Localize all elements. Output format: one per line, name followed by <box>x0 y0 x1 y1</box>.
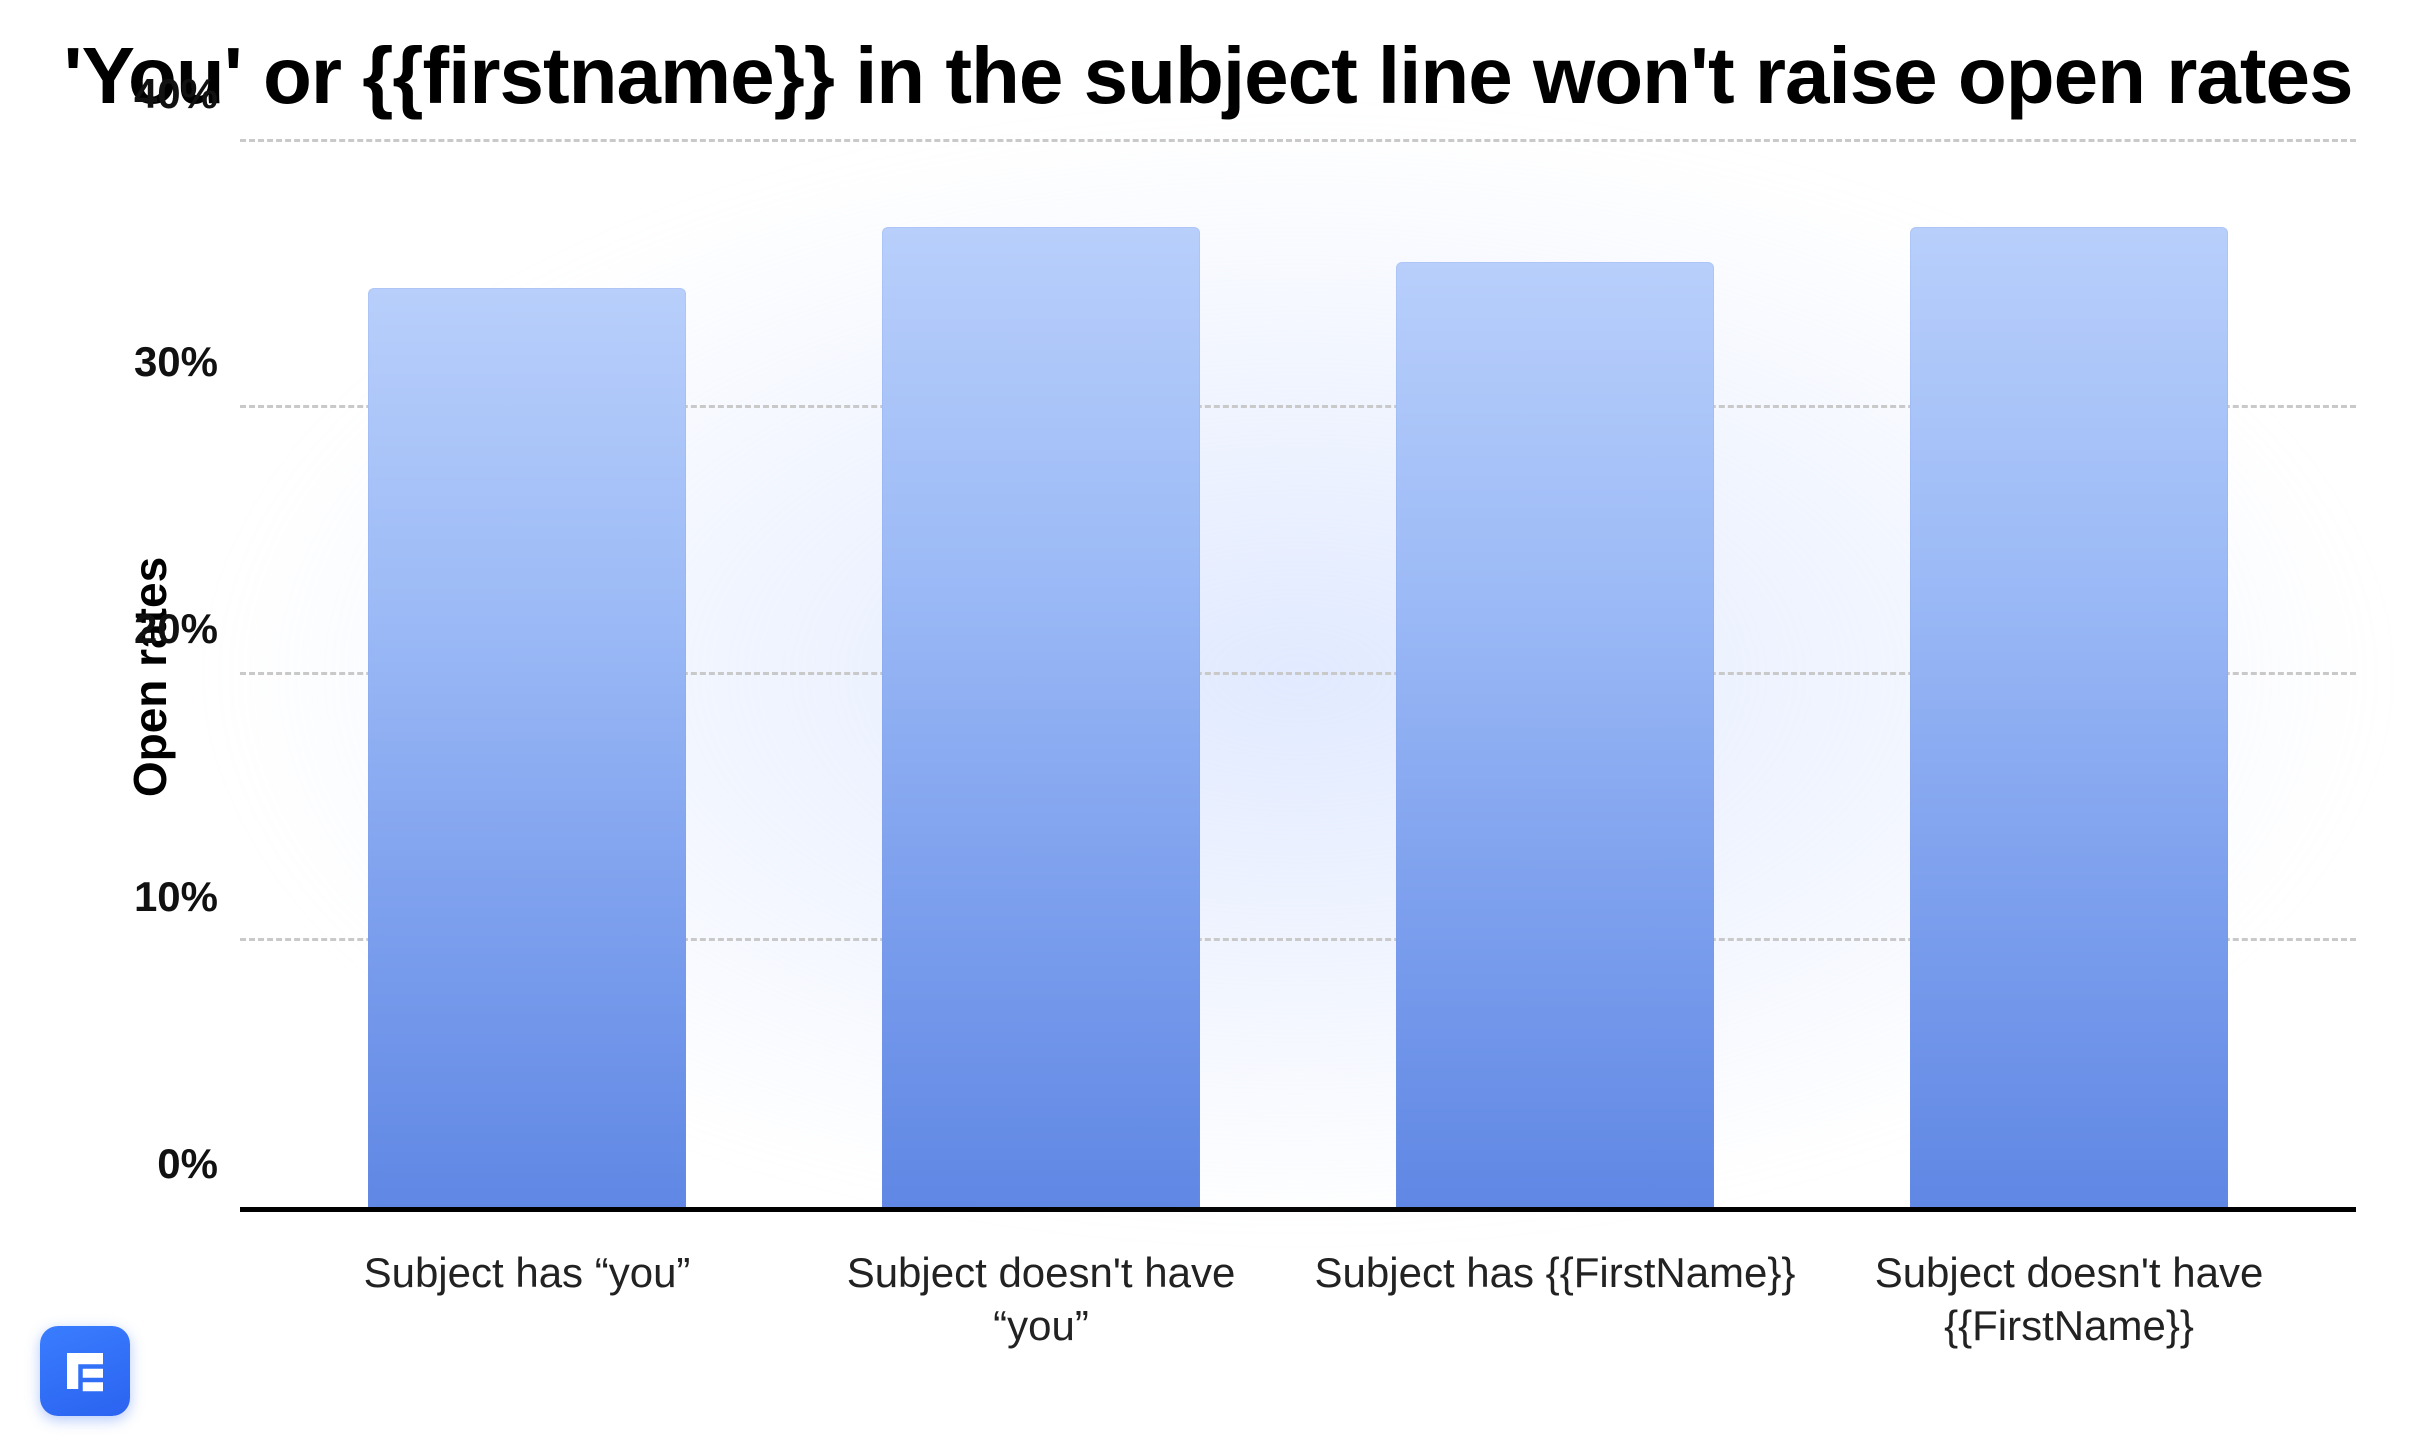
bar <box>1396 262 1715 1207</box>
y-tick-label: 20% <box>134 605 218 653</box>
bar-slot <box>784 142 1298 1207</box>
bar-slot <box>1812 142 2326 1207</box>
plot-area <box>240 142 2356 1212</box>
bar <box>368 288 687 1207</box>
bar-slot <box>270 142 784 1207</box>
y-tick-label: 40% <box>134 70 218 118</box>
x-tick-label: Subject doesn't have “you” <box>784 1247 1298 1352</box>
y-tick-label: 30% <box>134 338 218 386</box>
y-tick-label: 0% <box>157 1140 218 1188</box>
bar <box>1910 227 2229 1207</box>
bar <box>882 227 1201 1207</box>
bars-container <box>240 142 2356 1207</box>
y-axis: 0%10%20%30%40% <box>120 142 240 1212</box>
x-tick-label: Subject has {{FirstName}} <box>1298 1247 1812 1352</box>
y-tick-label: 10% <box>134 873 218 921</box>
chart-title: 'You' or {{firstname}} in the subject li… <box>0 0 2416 132</box>
x-tick-label: Subject has “you” <box>270 1247 784 1352</box>
x-tick-label: Subject doesn't have {{FirstName}} <box>1812 1247 2326 1352</box>
x-axis: Subject has “you”Subject doesn't have “y… <box>240 1247 2356 1352</box>
bar-slot <box>1298 142 1812 1207</box>
chart-area: Open rates 0%10%20%30%40% <box>120 142 2356 1212</box>
brand-logo-icon <box>40 1326 130 1416</box>
